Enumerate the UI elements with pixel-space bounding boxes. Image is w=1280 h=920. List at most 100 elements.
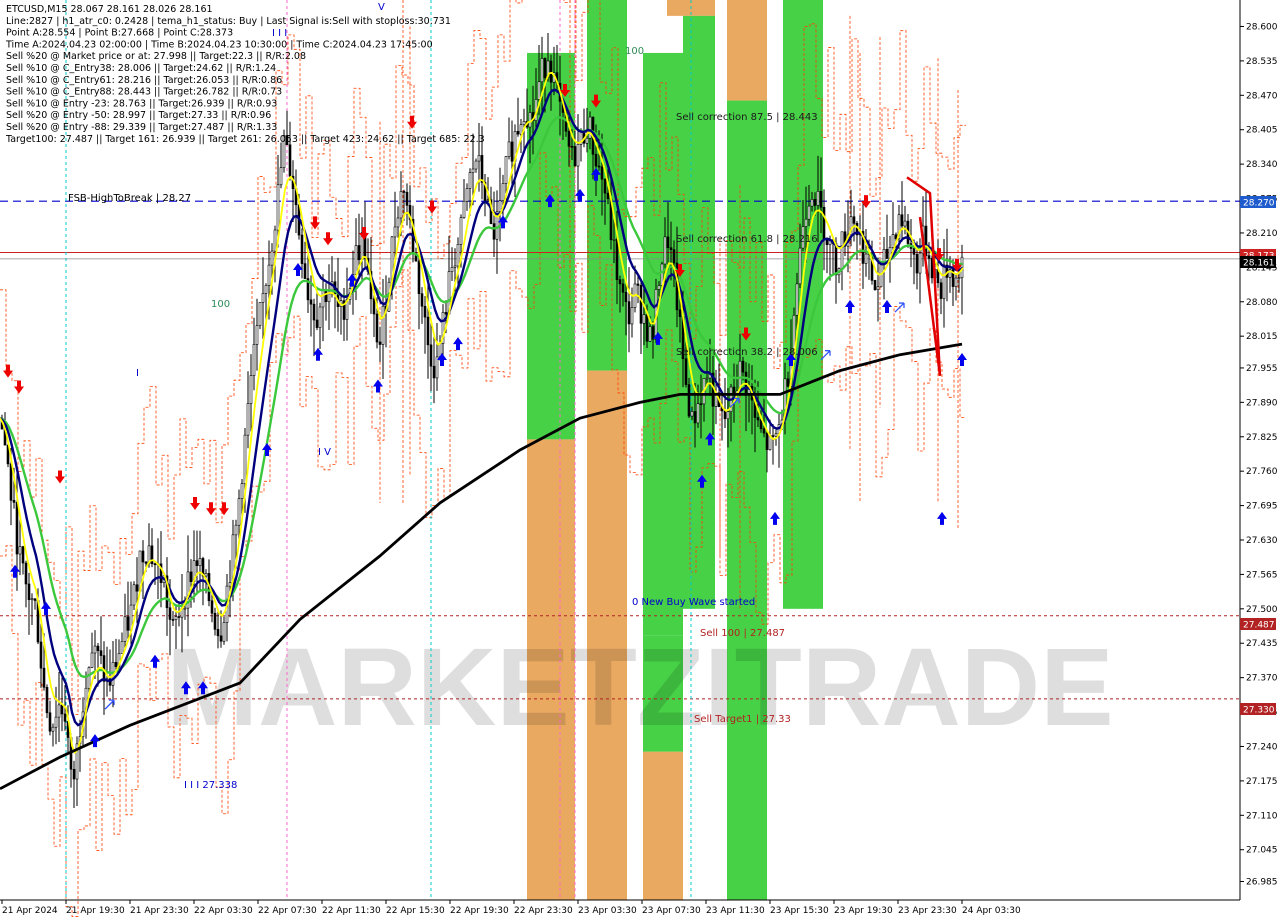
time-tick-label: 21 Apr 2024 — [2, 906, 58, 916]
price-tick-label: 28.535 — [1246, 57, 1278, 67]
candle-body — [627, 301, 631, 325]
price-tick-label: 27.435 — [1246, 639, 1278, 649]
candle-body — [21, 546, 25, 564]
candle-body — [264, 285, 268, 294]
candle-body — [504, 156, 508, 184]
candle-body — [276, 184, 280, 231]
sell-correction-875: Sell correction 87.5 | 28.443 — [676, 112, 818, 123]
candle-body — [810, 199, 814, 207]
candle-body — [15, 502, 19, 555]
candle-body — [918, 252, 922, 274]
candle-body — [954, 277, 958, 287]
time-tick-label: 22 Apr 15:30 — [386, 906, 445, 916]
time-tick-label: 21 Apr 23:30 — [130, 906, 189, 916]
candle-body — [741, 360, 745, 373]
price-tick-label: 28.405 — [1246, 126, 1278, 136]
candle-body — [516, 131, 520, 135]
candle-body — [567, 130, 571, 147]
candle-body — [774, 433, 778, 437]
price-chart[interactable]: MARKETZITRADE FSB-HighToBreak | 28.27 Se… — [0, 0, 1280, 920]
time-tick-label: 23 Apr 11:30 — [706, 906, 765, 916]
sell-correction-618: Sell correction 61.8 | 28.216 — [676, 234, 818, 245]
candle-body — [30, 598, 34, 601]
candle-body — [453, 265, 457, 268]
candle-body — [261, 293, 265, 303]
candle-body — [240, 483, 244, 499]
signal-zone-6 — [643, 751, 683, 900]
wave-v-top-label: V — [378, 2, 385, 13]
candle-body — [543, 58, 547, 79]
candle-body — [450, 267, 454, 272]
candle-body — [258, 302, 262, 326]
candle-body — [480, 155, 484, 183]
candle-body — [315, 319, 319, 328]
candle-body — [519, 124, 523, 135]
candle-body — [87, 667, 91, 689]
candle-body — [177, 616, 181, 618]
time-tick-label: 23 Apr 03:30 — [578, 906, 637, 916]
candle-body — [168, 607, 172, 620]
candle-body — [522, 121, 526, 125]
price-tick-label: 28.015 — [1246, 332, 1278, 342]
wave-iii-top-label: I I I — [272, 28, 287, 39]
candle-body — [630, 307, 634, 325]
info-line-1: Line:2827 | h1_atr_c0: 0.2428 | tema_h1_… — [6, 16, 451, 27]
candle-body — [603, 178, 607, 194]
candle-body — [204, 573, 208, 577]
candle-body — [471, 168, 475, 173]
candle-body — [27, 583, 31, 600]
price-tick-label: 26.985 — [1246, 877, 1278, 887]
time-tick-label: 23 Apr 19:30 — [834, 906, 893, 916]
candle-body — [666, 236, 670, 249]
candle-body — [621, 283, 625, 293]
candle-body — [60, 704, 64, 715]
time-tick-label: 24 Apr 03:30 — [962, 906, 1021, 916]
candle-body — [51, 726, 55, 732]
candle-body — [549, 60, 553, 83]
candle-body — [678, 309, 682, 317]
time-tick-label: 23 Apr 15:30 — [770, 906, 829, 916]
candle-body — [726, 411, 730, 420]
candle-body — [318, 306, 322, 328]
candle-body — [942, 264, 946, 299]
candle-body — [927, 255, 931, 259]
current-price-tag: 28.161 — [1243, 259, 1275, 269]
candle-body — [807, 205, 811, 220]
level-100-label-b: 100 — [625, 46, 644, 57]
candle-body — [219, 635, 223, 642]
candle-body — [33, 598, 37, 601]
candle-body — [636, 283, 640, 286]
price-tick-label: 28.600 — [1246, 22, 1278, 32]
price-tick-label: 28.470 — [1246, 91, 1278, 101]
candle-body — [216, 629, 220, 637]
candle-body — [615, 239, 619, 280]
price-tick-label: 27.955 — [1246, 364, 1278, 374]
candle-body — [72, 768, 76, 780]
price-tick-label: 27.630 — [1246, 536, 1278, 546]
candle-body — [465, 188, 469, 202]
candle-body — [669, 247, 673, 250]
candle-body — [246, 403, 250, 436]
chart-window: MARKETZITRADE FSB-HighToBreak | 28.27 Se… — [0, 0, 1280, 920]
signal-zone-4 — [643, 52, 683, 636]
wave-iv-label: I V — [318, 447, 331, 458]
signal-zone-2 — [587, 0, 627, 371]
candle-body — [93, 645, 97, 654]
candle-body — [834, 243, 838, 276]
candle-body — [309, 299, 313, 305]
candle-body — [39, 641, 43, 669]
signal-zone-9 — [727, 0, 767, 101]
candle-body — [456, 244, 460, 267]
candle-body — [693, 411, 697, 424]
candle-body — [765, 432, 769, 451]
candle-body — [327, 293, 331, 303]
price-tick-label: 27.240 — [1246, 742, 1278, 752]
candle-body — [873, 280, 877, 291]
candle-body — [699, 403, 703, 405]
candle-body — [243, 434, 247, 484]
candle-body — [903, 220, 907, 227]
candle-body — [795, 283, 799, 316]
sell-target1-label: Sell Target1 | 27.33 — [694, 714, 791, 725]
candle-body — [528, 112, 532, 128]
candle-body — [825, 239, 829, 245]
